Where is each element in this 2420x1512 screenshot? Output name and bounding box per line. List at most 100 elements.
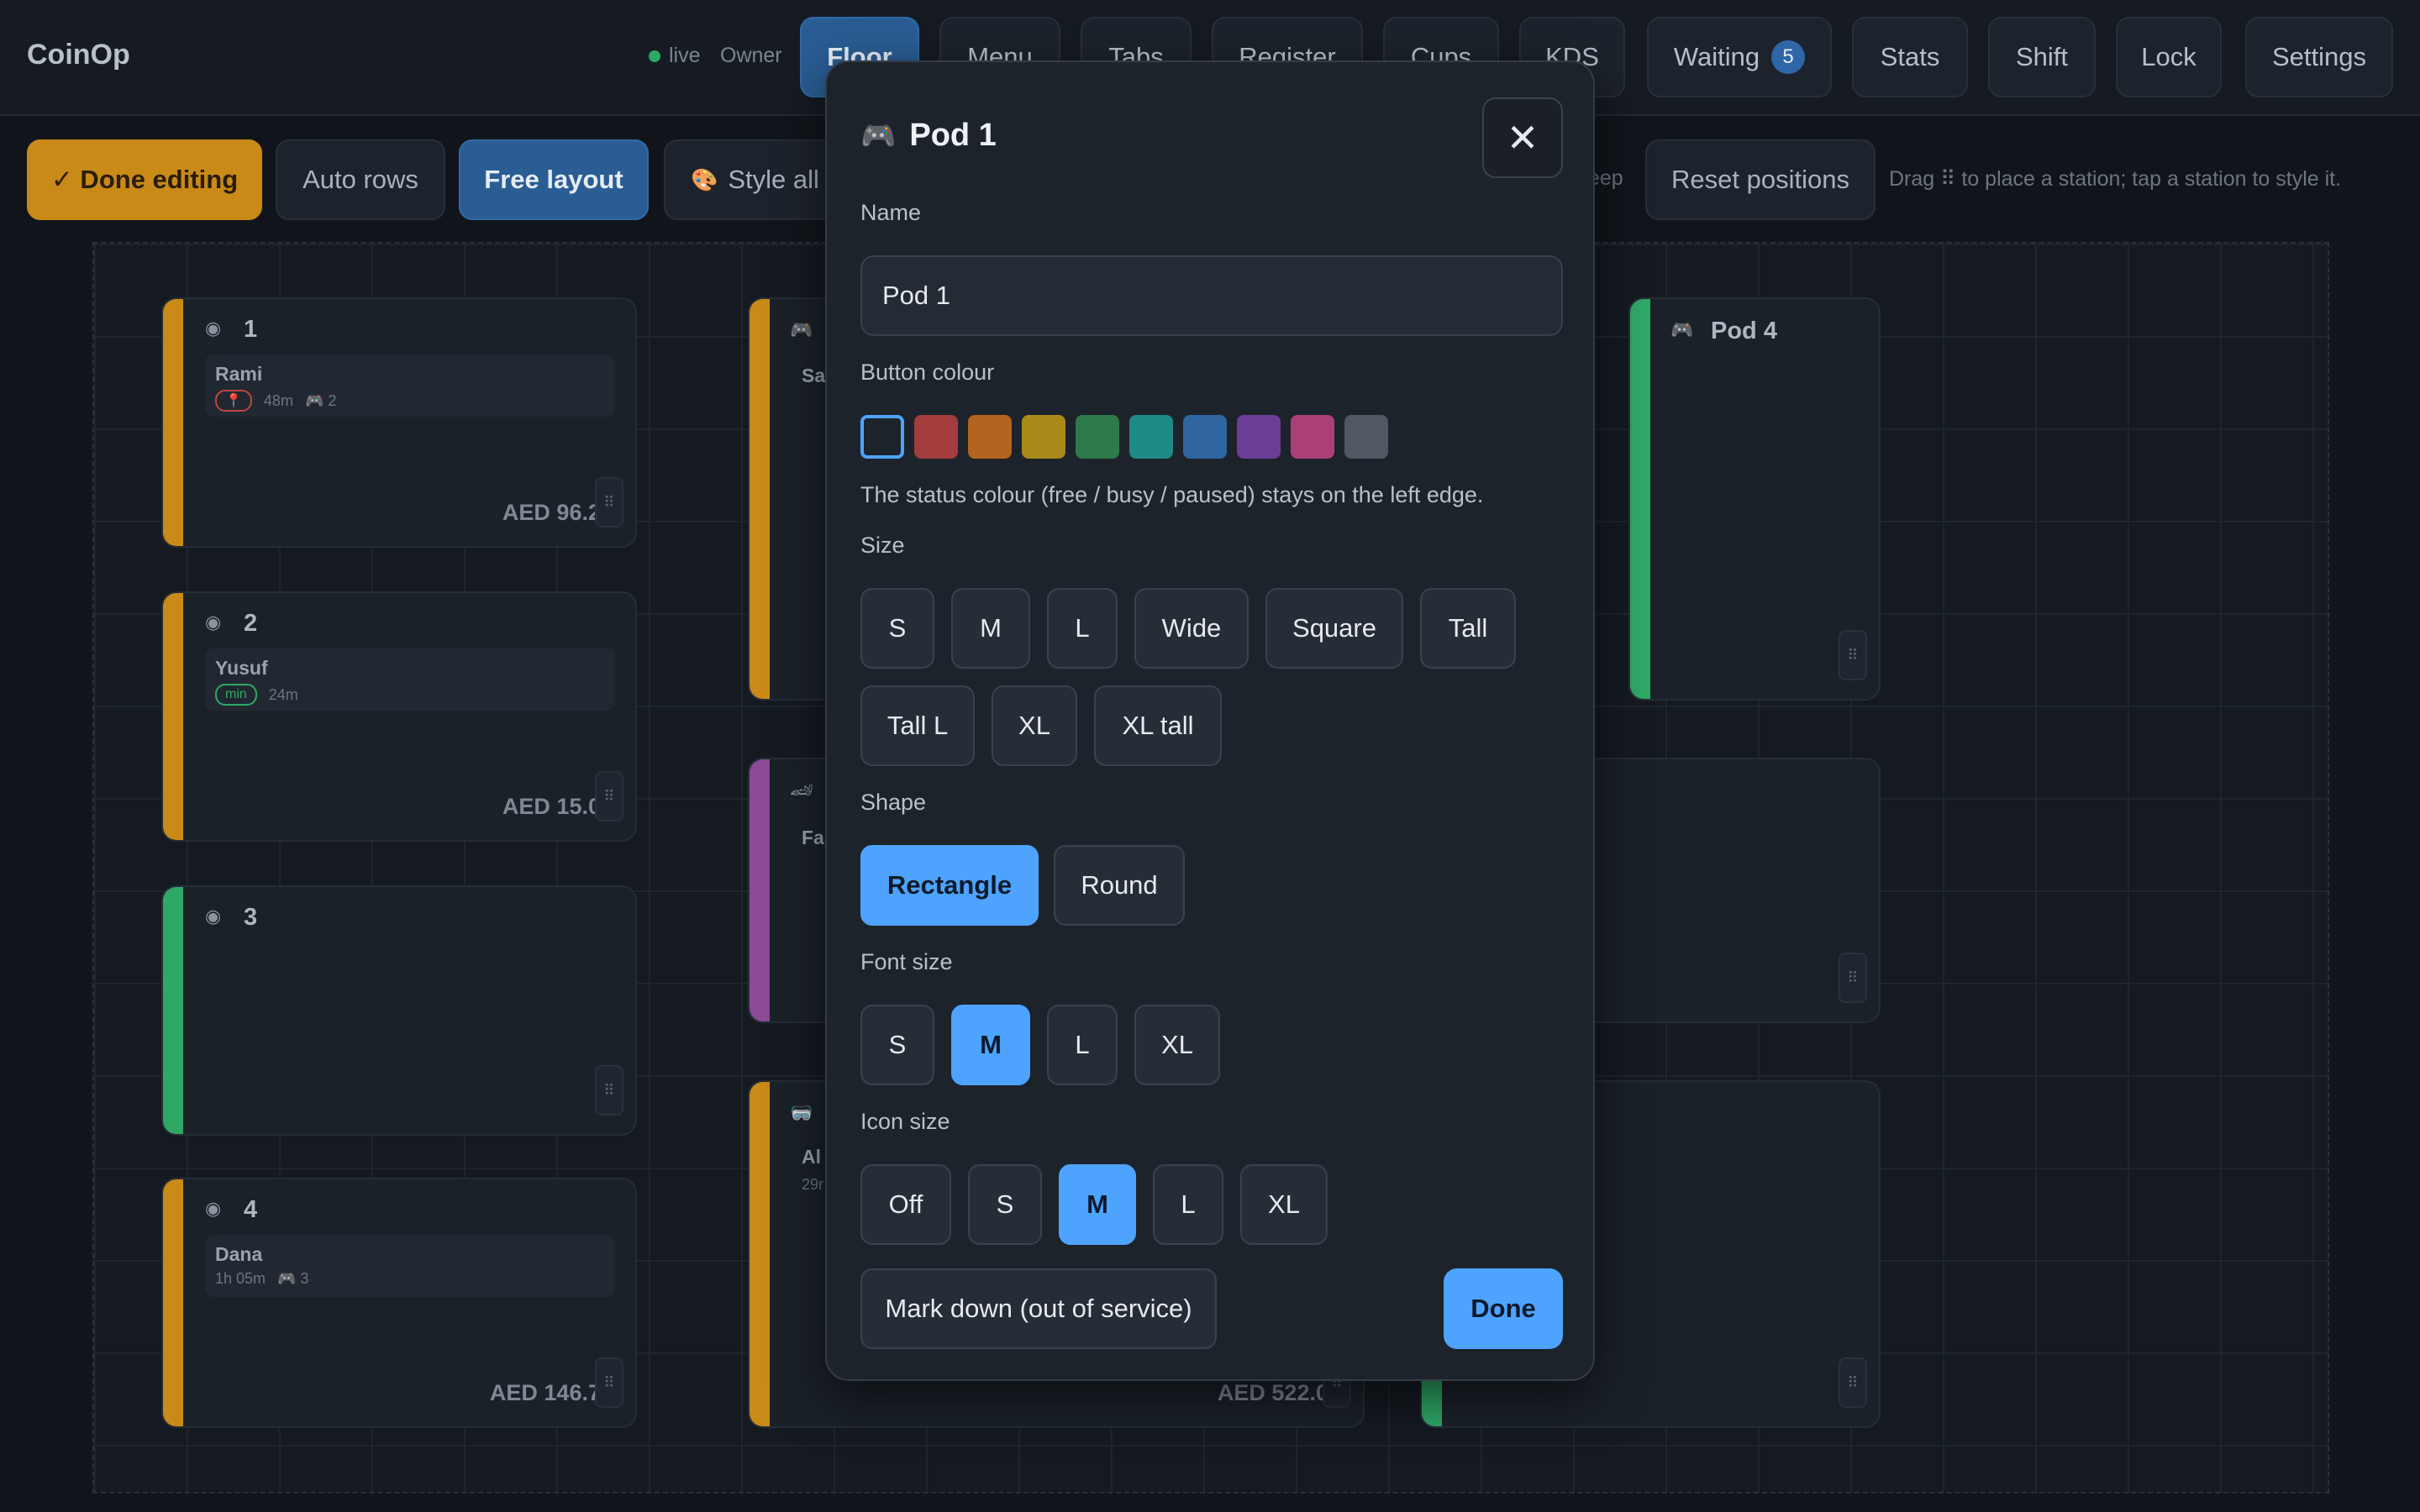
station-name: 2	[244, 610, 258, 637]
session-time: 24m	[268, 685, 298, 703]
drag-handle-icon[interactable]: ⠿	[595, 477, 623, 528]
session-meta: 1h 05m 🎮 3	[215, 1270, 308, 1288]
size-option-s[interactable]: S	[860, 588, 934, 669]
colour-swatch[interactable]	[1344, 415, 1388, 459]
font-option-m[interactable]: M	[951, 1005, 1030, 1085]
colour-swatch[interactable]	[968, 415, 1012, 459]
shape-option-round[interactable]: Round	[1054, 845, 1185, 926]
shape-option-rectangle[interactable]: Rectangle	[860, 845, 1039, 926]
close-button[interactable]: ✕	[1482, 97, 1563, 178]
customer-name: Sa	[802, 365, 826, 386]
style-all-label: Style all	[728, 165, 819, 194]
drag-handle-icon[interactable]: ⠿	[1839, 630, 1867, 680]
status-edge	[1630, 299, 1650, 699]
drag-handle-icon[interactable]: ⠿	[1839, 953, 1867, 1003]
size-option-xl[interactable]: XL	[992, 685, 1077, 766]
live-dot-icon	[649, 50, 660, 62]
size-option-l[interactable]: L	[1047, 588, 1118, 669]
colour-swatch[interactable]	[914, 415, 958, 459]
gamepad-icon: 🎮	[860, 119, 897, 152]
icon-option-s[interactable]: S	[968, 1164, 1042, 1245]
tab-waiting-label: Waiting	[1673, 42, 1760, 71]
colour-swatch[interactable]	[1237, 415, 1281, 459]
station-card[interactable]: ◉ 2 Yusuf min 24m AED 15.00 ⠿	[161, 591, 637, 842]
eye-icon: ◉	[205, 906, 222, 927]
gamepad-icon: 🎮	[1670, 319, 1694, 340]
players-count: 🎮 2	[304, 391, 337, 409]
icon-option-l[interactable]: L	[1153, 1164, 1223, 1245]
station-name: 1	[244, 316, 258, 343]
colour-swatch[interactable]	[1076, 415, 1119, 459]
done-button[interactable]: Done	[1444, 1268, 1563, 1349]
station-card[interactable]: ◉ 4 Dana 1h 05m 🎮 3 AED 146.75 ⠿	[161, 1178, 637, 1428]
car-icon: 🏎	[790, 780, 813, 801]
station-card[interactable]: ◉ 3 ⠿	[161, 885, 637, 1136]
station-card[interactable]: ◉ 1 Rami 📍 48m 🎮 2 AED 96.25 ⠿	[161, 297, 637, 548]
icon-option-off[interactable]: Off	[860, 1164, 951, 1245]
font-option-l[interactable]: L	[1047, 1005, 1118, 1085]
colour-swatch[interactable]	[1022, 415, 1065, 459]
colour-note: The status colour (free / busy / paused)…	[860, 482, 1484, 507]
auto-rows-button[interactable]: Auto rows	[276, 139, 445, 220]
size-option-square[interactable]: Square	[1265, 588, 1403, 669]
icon-option-xl[interactable]: XL	[1240, 1164, 1328, 1245]
session-time: 1h 05m	[215, 1270, 266, 1287]
waiting-count-badge: 5	[1771, 40, 1806, 74]
session-meta: min 24m	[215, 684, 298, 706]
station-name-input[interactable]	[860, 255, 1563, 336]
colour-swatch[interactable]	[860, 415, 904, 459]
reset-positions-button[interactable]: Reset positions	[1645, 139, 1876, 220]
palette-icon: 🎨	[691, 166, 718, 192]
colour-swatch[interactable]	[1129, 415, 1173, 459]
drag-handle-icon[interactable]: ⠿	[595, 771, 623, 822]
tab-waiting[interactable]: Waiting 5	[1647, 17, 1832, 97]
status-edge	[163, 593, 183, 840]
status-edge	[163, 299, 183, 546]
tab-shift[interactable]: Shift	[1988, 17, 2096, 97]
drag-handle-icon[interactable]: ⠿	[595, 1357, 623, 1408]
layout-hint: Drag ⠿ to place a station; tap a station…	[1889, 167, 2342, 191]
mark-down-button[interactable]: Mark down (out of service)	[860, 1268, 1217, 1349]
eye-icon: ◉	[205, 612, 222, 633]
free-layout-button[interactable]: Free layout	[459, 139, 649, 220]
customer-name: Dana	[215, 1243, 263, 1265]
session-time: 48m	[263, 391, 293, 409]
station-name: Pod 4	[1711, 318, 1777, 344]
font-option-s[interactable]: S	[860, 1005, 934, 1085]
style-all-button[interactable]: 🎨 Style all	[664, 139, 849, 220]
shape-label: Shape	[860, 790, 927, 815]
eye-icon: ◉	[205, 318, 222, 339]
station-card[interactable]: 🎮 Pod 4 ⠿	[1628, 297, 1881, 701]
size-option-tall[interactable]: Tall	[1420, 588, 1516, 669]
size-option-wide[interactable]: Wide	[1134, 588, 1249, 669]
session-box: Rami 📍 48m 🎮 2	[205, 354, 615, 417]
station-name: 4	[244, 1196, 258, 1223]
close-icon: ✕	[1506, 116, 1539, 160]
drag-handle-icon[interactable]: ⠿	[1839, 1357, 1867, 1408]
colour-swatch[interactable]	[1183, 415, 1227, 459]
size-option-xl-tall[interactable]: XL tall	[1094, 685, 1222, 766]
font-option-xl[interactable]: XL	[1134, 1005, 1220, 1085]
gamepad-icon: 🎮	[790, 319, 813, 340]
tab-lock[interactable]: Lock	[2116, 17, 2222, 97]
pin-icon: 📍	[215, 390, 252, 412]
colour-swatch[interactable]	[1291, 415, 1334, 459]
status-edge	[750, 299, 770, 699]
drag-handle-icon[interactable]: ⠿	[595, 1065, 623, 1116]
station-name: 3	[244, 904, 258, 931]
station-style-dialog: 🎮 Pod 1 ✕ Name Button colour The status …	[825, 60, 1595, 1381]
size-option-tall-l[interactable]: Tall L	[860, 685, 975, 766]
done-editing-button[interactable]: ✓ Done editing	[27, 139, 262, 220]
tab-settings[interactable]: Settings	[2245, 17, 2393, 97]
session-time: 29r	[802, 1176, 824, 1193]
status-edge	[163, 887, 183, 1134]
size-option-m[interactable]: M	[951, 588, 1030, 669]
eye-icon: ◉	[205, 1198, 222, 1219]
customer-name: Fa	[802, 827, 824, 848]
icon-option-m[interactable]: M	[1059, 1164, 1136, 1245]
status-edge	[750, 1082, 770, 1426]
tab-stats[interactable]: Stats	[1852, 17, 1968, 97]
customer-name: Al	[802, 1146, 821, 1168]
dialog-title: 🎮 Pod 1	[860, 118, 997, 154]
vr-headset-icon: 🥽	[790, 1102, 813, 1123]
